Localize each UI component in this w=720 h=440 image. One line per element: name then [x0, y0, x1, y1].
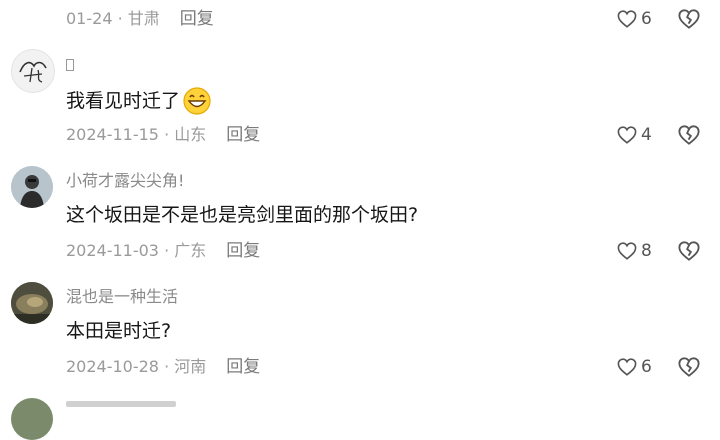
comment-date: 01-24 — [66, 9, 113, 28]
like-button[interactable]: 8 — [617, 240, 652, 262]
calligraphy-avatar-icon — [19, 61, 47, 83]
avatar[interactable] — [11, 398, 53, 440]
comment-location: 广东 — [174, 241, 207, 260]
meta-separator: · — [112, 9, 128, 28]
comment-location: 河南 — [174, 357, 207, 376]
heart-outline-icon — [617, 126, 637, 144]
like-count: 6 — [641, 357, 652, 377]
comment-location: 山东 — [174, 125, 207, 144]
comment-meta: 2024-11-03 · 广东 回复 — [66, 240, 260, 262]
comment-username: 小荷才露尖尖角! — [66, 171, 185, 190]
next-comment-partial — [0, 396, 720, 440]
comment-location: 甘肃 — [127, 9, 160, 28]
avatar[interactable] — [11, 49, 55, 93]
broken-heart-outline-icon[interactable] — [678, 8, 700, 30]
reply-button[interactable]: 回复 — [226, 357, 260, 377]
avatar[interactable] — [11, 166, 53, 208]
like-button[interactable]: 6 — [617, 8, 652, 30]
like-count: 6 — [641, 9, 652, 29]
comment-text: 这个坂田是不是也是亮剑里面的那个坂田? — [66, 204, 419, 226]
comment-date: 2024-11-15 — [66, 125, 159, 144]
heart-outline-icon — [617, 358, 637, 376]
comment-list: 01-24 · 甘肃 回复 6 我看见时迁了 2024-11-15 · 山东 回… — [0, 0, 720, 440]
comment-item: 小荷才露尖尖角! 这个坂田是不是也是亮剑里面的那个坂田? 2024-11-03 … — [0, 160, 720, 276]
like-button[interactable]: 4 — [617, 124, 652, 146]
photo-avatar-icon — [11, 282, 53, 324]
comment-item: 我看见时迁了 2024-11-15 · 山东 回复 4 — [0, 44, 720, 160]
like-count: 8 — [641, 241, 652, 261]
grinning-face-emoji — [183, 87, 211, 115]
meta-separator: · — [158, 125, 175, 144]
broken-heart-outline-icon[interactable] — [678, 356, 700, 378]
like-count: 4 — [641, 125, 652, 145]
comment-username-partial — [66, 401, 176, 407]
username-glyph-icon — [66, 59, 74, 71]
comment-item: 混也是一种生活 本田是时迁? 2024-10-28 · 河南 回复 6 — [0, 276, 720, 392]
comment-username — [66, 54, 74, 76]
avatar[interactable] — [11, 282, 53, 324]
comment-username: 混也是一种生活 — [66, 287, 179, 306]
reply-button[interactable]: 回复 — [226, 125, 260, 145]
reply-button[interactable]: 回复 — [180, 9, 214, 29]
comment-date: 2024-11-03 — [66, 241, 159, 260]
heart-outline-icon — [617, 10, 637, 28]
meta-separator: · — [158, 241, 175, 260]
broken-heart-outline-icon[interactable] — [678, 240, 700, 262]
comment-meta: 2024-10-28 · 河南 回复 — [66, 356, 260, 378]
comment-text: 我看见时迁了 — [66, 86, 212, 116]
comment-item: 01-24 · 甘肃 回复 6 — [0, 0, 720, 40]
heart-outline-icon — [617, 242, 637, 260]
like-button[interactable]: 6 — [617, 356, 652, 378]
reply-button[interactable]: 回复 — [226, 241, 260, 261]
comment-text: 本田是时迁? — [66, 320, 172, 342]
comment-meta: 01-24 · 甘肃 回复 — [66, 8, 214, 30]
comment-date: 2024-10-28 — [66, 357, 159, 376]
broken-heart-outline-icon[interactable] — [678, 124, 700, 146]
comment-meta: 2024-11-15 · 山东 回复 — [66, 124, 260, 146]
person-avatar-icon — [11, 166, 53, 208]
meta-separator: · — [158, 357, 175, 376]
